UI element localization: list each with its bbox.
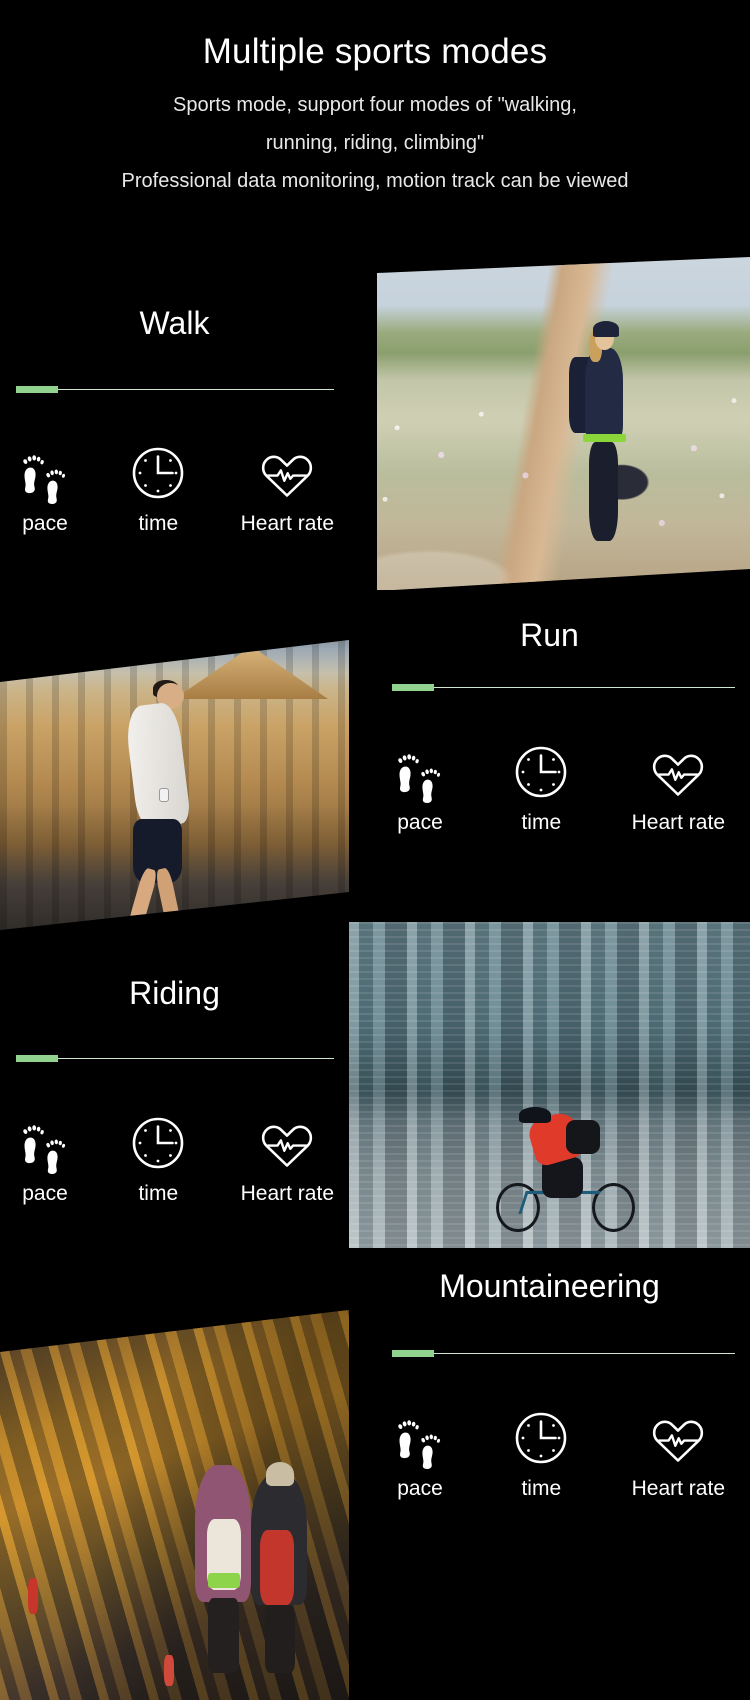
footprints-icon — [389, 741, 451, 803]
subtitle-line-3: Professional data monitoring, motion tra… — [121, 170, 629, 193]
running-photo-image — [0, 640, 349, 930]
footprints-icon — [389, 1407, 451, 1469]
section-walk: Walk pace time Heart rate — [0, 260, 349, 590]
metric-pace[interactable]: pace — [14, 1112, 76, 1204]
clock-icon — [510, 1407, 572, 1469]
hiker-left-legs — [207, 1598, 239, 1673]
section-mountaineering: Mountaineering pace time Heart rate — [349, 1248, 750, 1700]
metric-time[interactable]: time — [127, 442, 189, 534]
mountaineering-hiker-right — [251, 1462, 308, 1673]
metric-heart-rate[interactable]: Heart rate — [632, 741, 725, 833]
running-shirt — [124, 701, 192, 830]
mountaineering-distant-hiker — [27, 1577, 39, 1615]
mountaineering-photo-image — [0, 1310, 349, 1700]
metric-pace[interactable]: pace — [389, 741, 451, 833]
divider-accent — [16, 386, 58, 393]
riding-backpack — [565, 1120, 601, 1155]
heart-pulse-icon — [256, 442, 318, 504]
clock-icon — [127, 442, 189, 504]
subtitle-line-2: running, riding, climbing" — [265, 132, 485, 155]
section-riding: Riding pace time Heart rate — [0, 930, 349, 1248]
hiker-left-strap — [207, 1573, 241, 1588]
walking-torso — [584, 348, 624, 443]
walking-photo — [377, 257, 750, 591]
metric-label-pace: pace — [397, 811, 443, 834]
metric-label-time: time — [521, 811, 562, 834]
walking-belt — [582, 433, 626, 443]
divider-accent — [392, 684, 434, 691]
hiker-right-backpack — [260, 1529, 294, 1606]
hiker-right-hat — [265, 1462, 294, 1486]
metric-label-pace: pace — [22, 512, 68, 535]
metric-row-riding: pace time Heart rate — [14, 1112, 334, 1204]
metric-heart-rate[interactable]: Heart rate — [632, 1407, 725, 1499]
metric-time[interactable]: time — [127, 1112, 189, 1204]
metric-label-heart-rate: Heart rate — [631, 1477, 725, 1500]
section-title-mountaineering: Mountaineering — [439, 1268, 660, 1304]
divider-accent — [16, 1055, 58, 1062]
metric-label-time: time — [138, 1182, 179, 1205]
section-divider-mountaineering — [392, 1350, 735, 1357]
riding-figure — [493, 1105, 637, 1235]
metric-label-heart-rate: Heart rate — [631, 811, 725, 834]
section-run: Run pace time Heart rate — [349, 590, 750, 920]
hiker-right-legs — [264, 1605, 295, 1673]
heart-pulse-icon — [647, 741, 709, 803]
metric-heart-rate[interactable]: Heart rate — [241, 1112, 334, 1204]
footprints-icon — [14, 442, 76, 504]
metric-label-pace: pace — [397, 1477, 443, 1500]
running-figure — [115, 680, 206, 930]
sports-modes-page: Multiple sports modes Sports mode, suppo… — [0, 0, 750, 1700]
metric-label-heart-rate: Heart rate — [240, 1182, 334, 1205]
divider-accent — [392, 1350, 434, 1357]
section-divider-run — [392, 684, 735, 691]
metric-row-run: pace time Heart rate — [389, 741, 725, 833]
clock-icon — [510, 741, 572, 803]
metric-time[interactable]: time — [510, 741, 572, 833]
metric-heart-rate[interactable]: Heart rate — [241, 442, 334, 534]
section-divider-walk — [16, 386, 334, 393]
running-smartwatch — [158, 787, 169, 803]
metric-label-time: time — [138, 512, 179, 535]
section-title-run: Run — [520, 617, 579, 653]
metric-row-mountaineering: pace time Heart rate — [389, 1407, 725, 1499]
metric-row-walk: pace time Heart rate — [14, 442, 334, 534]
page-subtitle: Sports mode, support four modes of "walk… — [0, 86, 750, 200]
metric-label-heart-rate: Heart rate — [240, 512, 334, 535]
riding-helmet — [519, 1107, 552, 1123]
metric-pace[interactable]: pace — [389, 1407, 451, 1499]
footprints-icon — [14, 1112, 76, 1174]
metric-label-time: time — [521, 1477, 562, 1500]
section-title-riding: Riding — [129, 975, 220, 1011]
mountaineering-photo — [0, 1310, 349, 1700]
subtitle-line-1: Sports mode, support four modes of "walk… — [173, 94, 577, 117]
running-leg-back — [126, 867, 159, 930]
section-divider-riding — [16, 1055, 334, 1062]
metric-pace[interactable]: pace — [14, 442, 76, 534]
mountaineering-distant-hiker-2 — [164, 1654, 175, 1687]
heart-pulse-icon — [647, 1407, 709, 1469]
running-photo — [0, 640, 349, 930]
clock-icon — [127, 1112, 189, 1174]
riding-photo-image — [349, 922, 750, 1248]
section-title-walk: Walk — [139, 305, 210, 341]
walking-legs — [589, 442, 619, 542]
metric-label-pace: pace — [22, 1182, 68, 1205]
heart-pulse-icon — [256, 1112, 318, 1174]
metric-time[interactable]: time — [510, 1407, 572, 1499]
mountaineering-hiker-left — [195, 1464, 252, 1673]
page-header: Multiple sports modes Sports mode, suppo… — [0, 0, 750, 200]
riding-photo — [349, 922, 750, 1248]
walking-cap — [593, 321, 620, 338]
page-title: Multiple sports modes — [202, 32, 548, 71]
walking-figure — [569, 321, 630, 550]
walking-photo-image — [377, 257, 750, 591]
